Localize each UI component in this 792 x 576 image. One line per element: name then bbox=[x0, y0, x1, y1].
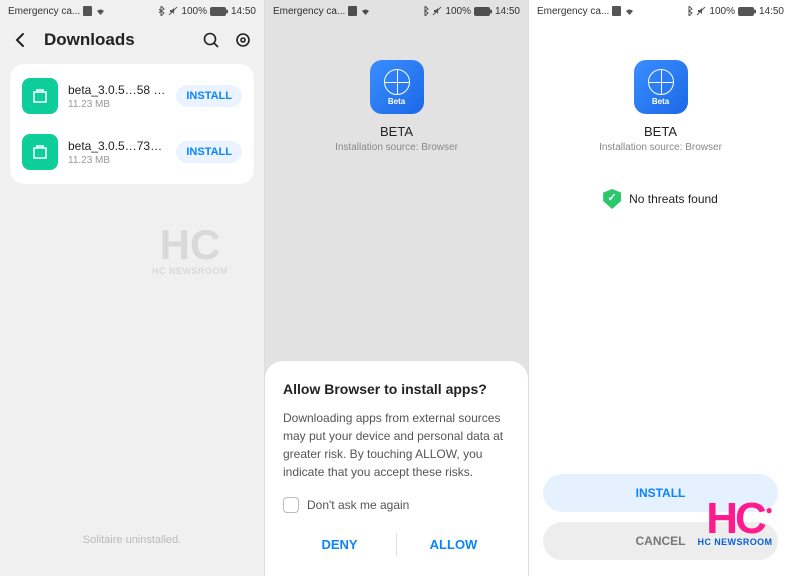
beta-app-icon: Beta bbox=[370, 60, 424, 114]
dialog-body: Downloading apps from external sources m… bbox=[283, 409, 510, 481]
wifi-icon bbox=[360, 7, 371, 16]
toast-message: Solitaire uninstalled. bbox=[83, 534, 181, 546]
app-info: Beta BETA Installation source: Browser bbox=[265, 60, 528, 153]
checkbox-label: Don't ask me again bbox=[307, 498, 409, 512]
battery-icon bbox=[210, 7, 228, 16]
file-name: beta_3.0.5…73258.apk bbox=[68, 139, 166, 153]
sim-icon bbox=[348, 6, 357, 16]
bluetooth-icon bbox=[686, 6, 693, 16]
apk-icon bbox=[22, 78, 58, 114]
page-title: Downloads bbox=[44, 30, 188, 50]
battery-icon bbox=[738, 7, 756, 16]
status-battery-pct: 100% bbox=[181, 6, 207, 17]
screen-downloads: Emergency ca... 100% 14:50 Downloads bet… bbox=[0, 0, 264, 576]
gear-icon[interactable] bbox=[234, 31, 252, 49]
globe-icon bbox=[384, 69, 410, 95]
file-size: 11.23 MB bbox=[68, 155, 166, 166]
back-icon[interactable] bbox=[12, 31, 30, 49]
file-list-item[interactable]: beta_3.0.5…73258.apk 11.23 MB INSTALL bbox=[10, 124, 254, 180]
scan-text: No threats found bbox=[629, 192, 718, 206]
status-bar: Emergency ca... 100% 14:50 bbox=[265, 0, 528, 22]
file-size: 11.23 MB bbox=[68, 99, 166, 110]
screen-install-prompt: Emergency ca... 100% 14:50 Beta BETA Ins… bbox=[264, 0, 528, 576]
globe-icon bbox=[648, 69, 674, 95]
wifi-icon bbox=[624, 7, 635, 16]
dialog-title: Allow Browser to install apps? bbox=[283, 381, 510, 397]
bluetooth-icon bbox=[422, 6, 429, 16]
status-carrier: Emergency ca... bbox=[8, 6, 80, 17]
hc-newsroom-logo: HC HC NEWSROOM bbox=[680, 478, 790, 568]
mute-icon bbox=[696, 6, 706, 16]
install-button[interactable]: INSTALL bbox=[176, 85, 242, 107]
wifi-icon bbox=[95, 7, 106, 16]
status-time: 14:50 bbox=[231, 6, 256, 17]
sim-icon bbox=[612, 6, 621, 16]
app-info: Beta BETA Installation source: Browser bbox=[529, 60, 792, 153]
allow-button[interactable]: ALLOW bbox=[397, 527, 510, 562]
shield-check-icon bbox=[603, 189, 621, 209]
status-bar: Emergency ca... 100% 14:50 bbox=[0, 0, 264, 22]
mute-icon bbox=[432, 6, 442, 16]
search-icon[interactable] bbox=[202, 31, 220, 49]
deny-button[interactable]: DENY bbox=[283, 527, 396, 562]
install-source: Installation source: Browser bbox=[335, 142, 458, 153]
watermark: HC HC NEWSROOM bbox=[130, 210, 250, 290]
file-list: beta_3.0.5…58 (1).apk 11.23 MB INSTALL b… bbox=[10, 64, 254, 184]
mute-icon bbox=[168, 6, 178, 16]
checkbox-icon[interactable] bbox=[283, 497, 299, 513]
page-header: Downloads bbox=[0, 22, 264, 58]
file-list-item[interactable]: beta_3.0.5…58 (1).apk 11.23 MB INSTALL bbox=[10, 68, 254, 124]
status-bar: Emergency ca... 100% 14:50 bbox=[529, 0, 792, 22]
battery-icon bbox=[474, 7, 492, 16]
permission-dialog: Allow Browser to install apps? Downloadi… bbox=[265, 361, 528, 576]
app-name: BETA bbox=[380, 124, 413, 139]
file-name: beta_3.0.5…58 (1).apk bbox=[68, 83, 166, 97]
beta-app-icon: Beta bbox=[634, 60, 688, 114]
dont-ask-row[interactable]: Don't ask me again bbox=[283, 497, 510, 513]
sim-icon bbox=[83, 6, 92, 16]
scan-result: No threats found bbox=[529, 189, 792, 209]
app-name: BETA bbox=[644, 124, 677, 139]
install-source: Installation source: Browser bbox=[599, 142, 722, 153]
install-button[interactable]: INSTALL bbox=[176, 141, 242, 163]
bluetooth-icon bbox=[158, 6, 165, 16]
apk-icon bbox=[22, 134, 58, 170]
